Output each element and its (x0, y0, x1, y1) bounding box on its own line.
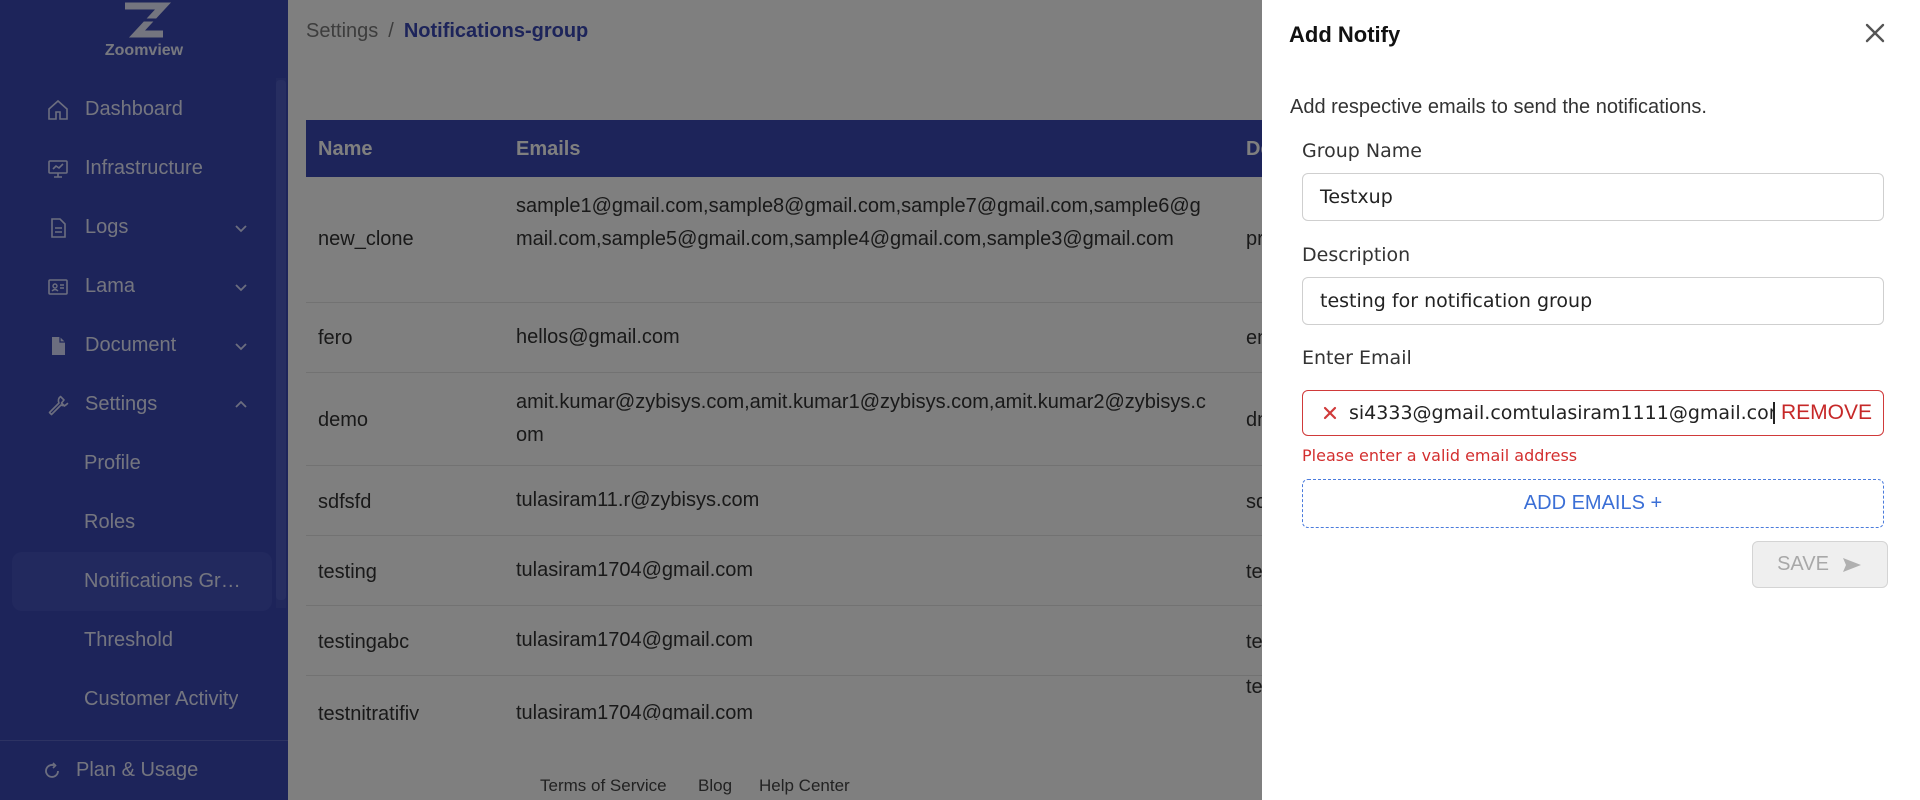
add-notify-drawer: Add Notify Add respective emails to send… (1262, 0, 1920, 800)
email-input[interactable]: si4333@gmail.comtulasiram1111@gmail.com … (1302, 390, 1884, 436)
description-label: Description (1302, 244, 1411, 266)
save-button[interactable]: SAVE (1752, 541, 1888, 588)
clear-email-icon[interactable] (1321, 404, 1339, 422)
email-error-message: Please enter a valid email address (1302, 446, 1578, 465)
save-label: SAVE (1777, 553, 1829, 575)
send-icon (1842, 557, 1861, 572)
add-emails-button[interactable]: ADD EMAILS + (1302, 479, 1884, 528)
add-emails-label: ADD EMAILS + (1523, 492, 1663, 514)
group-name-label: Group Name (1302, 140, 1422, 162)
description-value: testing for notification group (1320, 290, 1593, 312)
close-icon[interactable] (1860, 18, 1890, 48)
group-name-input[interactable]: Testxup (1302, 173, 1884, 221)
email-label: Enter Email (1302, 347, 1412, 369)
email-value: si4333@gmail.comtulasiram1111@gmail.com (1349, 402, 1775, 424)
remove-email-button[interactable]: REMOVE (1781, 401, 1872, 425)
drawer-description: Add respective emails to send the notifi… (1290, 96, 1707, 118)
description-input[interactable]: testing for notification group (1302, 277, 1884, 325)
drawer-title: Add Notify (1289, 22, 1401, 47)
group-name-value: Testxup (1320, 186, 1393, 208)
